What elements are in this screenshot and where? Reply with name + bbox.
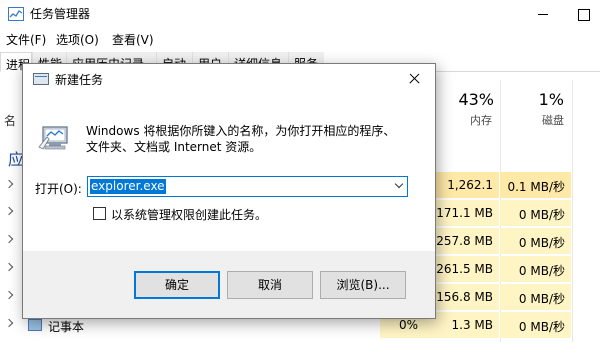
column-divider [572, 80, 573, 342]
name-column-header[interactable]: 名 [4, 112, 16, 129]
memory-cell: 261.5 MB [436, 256, 499, 282]
window-title: 任务管理器 [30, 7, 91, 21]
memory-cell: 257.8 MB [436, 228, 499, 254]
task-manager-titlebar: 任务管理器 [0, 0, 600, 28]
notepad-icon [28, 319, 42, 331]
chevron-down-icon[interactable] [391, 177, 408, 196]
disk-cell: 0 MB/秒 [500, 200, 571, 226]
disk-cell: 0 MB/秒 [500, 312, 571, 338]
memory-cell: 1,262.1 ... [436, 172, 499, 206]
expand-chevron-icon[interactable] [6, 292, 14, 300]
run-program-icon [38, 126, 68, 150]
disk-cell: 0 MB/秒 [500, 228, 571, 254]
memory-column-header[interactable]: 43% 内存 [436, 72, 500, 134]
menu-view[interactable]: 查看(V) [112, 31, 154, 48]
disk-column-header[interactable]: 1% 磁盘 [500, 72, 572, 134]
memory-percent: 43% [458, 90, 494, 109]
open-label: 打开(O): [35, 182, 82, 196]
admin-checkbox[interactable] [93, 207, 106, 220]
disk-label: 磁盘 [542, 114, 564, 127]
close-icon[interactable] [399, 68, 429, 90]
dialog-app-icon [33, 73, 49, 85]
menu-bar: 文件(F) 选项(O) 查看(V) [0, 28, 600, 50]
browse-button[interactable]: 浏览(B)... [320, 271, 406, 299]
disk-cell: 0.1 MB/秒 [500, 172, 571, 198]
expand-chevron-icon[interactable] [6, 208, 14, 216]
process-name: 记事本 [48, 320, 85, 334]
expand-chevron-icon[interactable] [6, 236, 14, 244]
open-input[interactable]: explorer.exe [87, 176, 408, 197]
menu-file[interactable]: 文件(F) [6, 31, 46, 48]
disk-cell: 0 MB/秒 [500, 256, 571, 282]
memory-cell: 171.1 MB [436, 200, 499, 226]
menu-options[interactable]: 选项(O) [56, 31, 99, 48]
open-input-value[interactable]: explorer.exe [90, 179, 166, 194]
new-task-dialog: 新建任务 Windows 将根据你所键入的名称，为你打开相应的程序、 文件夹、文… [22, 63, 436, 319]
disk-cell: 0 MB/秒 [500, 284, 571, 310]
dialog-title: 新建任务 [55, 73, 104, 87]
ok-button[interactable]: 确定 [134, 271, 220, 299]
expand-chevron-icon[interactable] [6, 181, 14, 189]
task-manager-app-icon [8, 7, 24, 21]
memory-cell: 156.8 MB [436, 284, 499, 310]
disk-percent: 1% [538, 90, 564, 109]
cancel-button[interactable]: 取消 [227, 271, 313, 299]
admin-checkbox-label[interactable]: 以系统管理权限创建此任务。 [111, 206, 267, 223]
dialog-description-line1: Windows 将根据你所键入的名称，为你打开相应的程序、 [86, 124, 396, 138]
maximize-button[interactable] [568, 2, 598, 26]
memory-cell: 1.3 MB [436, 312, 499, 338]
memory-label: 内存 [470, 114, 492, 127]
dialog-description-line2: 文件夹、文档或 Internet 资源。 [86, 140, 262, 154]
expand-chevron-icon[interactable] [6, 264, 14, 272]
minimize-button[interactable] [528, 2, 558, 26]
